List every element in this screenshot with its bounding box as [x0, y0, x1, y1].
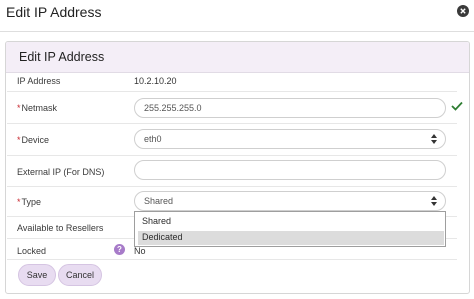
window-titlebar: Edit IP Address [0, 0, 474, 28]
type-label: *Type [17, 197, 41, 207]
device-select[interactable]: eth0 [134, 129, 446, 149]
panel-header: Edit IP Address [6, 42, 469, 73]
row-divider [7, 155, 457, 156]
required-mark: * [17, 135, 21, 145]
title-divider [0, 31, 474, 32]
row-divider [7, 259, 457, 260]
type-select-value: Shared [144, 196, 174, 206]
window-title: Edit IP Address [6, 4, 102, 20]
type-option-dedicated[interactable]: Dedicated [138, 231, 444, 245]
check-icon [451, 101, 463, 111]
device-label-text: Device [21, 135, 50, 145]
type-option-shared[interactable]: Shared [138, 215, 444, 229]
type-dropdown-list: Shared Dedicated [134, 211, 446, 247]
ip-address-label: IP Address [17, 76, 61, 86]
external-ip-label: External IP (For DNS) [17, 167, 105, 177]
type-label-text: Type [21, 197, 42, 207]
ip-address-value: 10.2.10.20 [134, 76, 177, 86]
row-divider [7, 186, 457, 187]
option-label: Shared [142, 216, 172, 226]
netmask-input[interactable]: 255.255.255.0 [134, 98, 446, 118]
type-select[interactable]: Shared [134, 191, 446, 211]
locked-value: No [134, 246, 146, 256]
cancel-button[interactable]: Cancel [58, 264, 102, 286]
locked-label: Locked [17, 246, 47, 256]
select-arrows-icon [431, 196, 437, 206]
save-button[interactable]: Save [18, 264, 56, 286]
netmask-label: *Netmask [17, 103, 57, 113]
select-arrows-icon [431, 134, 437, 144]
device-select-value: eth0 [144, 134, 162, 144]
netmask-label-text: Netmask [21, 103, 58, 113]
help-icon[interactable]: ? [114, 244, 125, 255]
close-icon[interactable] [457, 5, 469, 17]
external-ip-input[interactable] [134, 160, 446, 180]
option-label: Dedicated [142, 232, 183, 242]
panel-title: Edit IP Address [19, 50, 105, 64]
row-divider [7, 123, 457, 124]
netmask-input-value: 255.255.255.0 [144, 103, 202, 113]
required-mark: * [17, 103, 21, 113]
row-divider [7, 91, 457, 92]
required-mark: * [17, 197, 21, 207]
available-to-resellers-label: Available to Resellers [17, 223, 104, 233]
device-label: *Device [17, 135, 49, 145]
